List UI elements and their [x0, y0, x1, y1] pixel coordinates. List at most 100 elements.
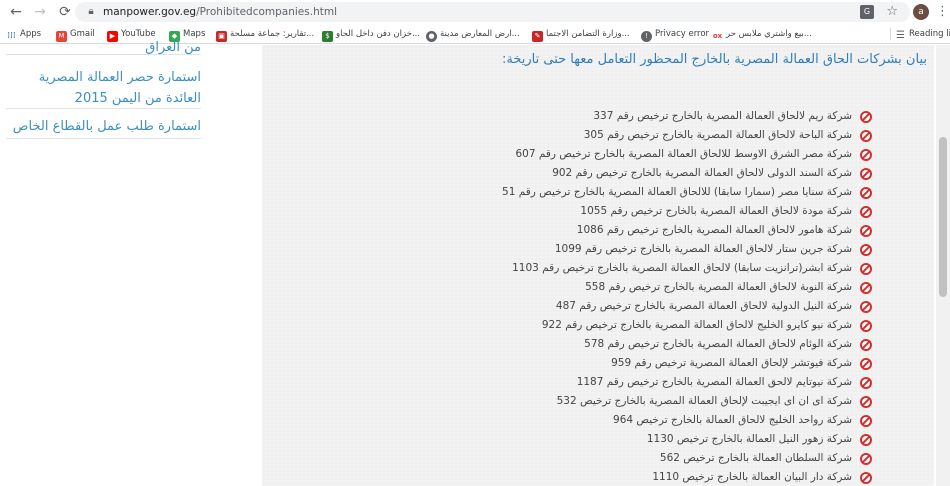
bookmark-label: تقارير: جماعة مسلحة... [230, 29, 315, 39]
prohibited-icon [860, 262, 872, 275]
prohibited-icon [860, 357, 872, 370]
bookmark-ministry[interactable]: ✎ وزارة التضامن الاجتما... [532, 26, 630, 42]
url-path: /Prohibitedcompanies.html [196, 6, 337, 18]
prohibited-icon [860, 148, 872, 161]
company-name: شركة ابشر(ترانزيت سابقا) لالحاق العمالة … [512, 262, 852, 274]
list-item: شركة فيوتشر لإلحاق العمالة المصرية ترخيص… [502, 354, 872, 373]
news-icon: ▣ [216, 31, 227, 42]
bookmark-privacy-error[interactable]: ! Privacy error [641, 26, 709, 42]
list-item: شركة ريم لالحاق العمالة المصرية بالخارج … [502, 107, 872, 126]
company-name: شركة مصر الشرق الاوسط للالحاق العمالة ال… [515, 148, 853, 160]
olx-icon: ox [712, 32, 723, 40]
prohibited-companies-list: شركة ريم لالحاق العمالة المصرية بالخارج … [502, 107, 872, 486]
list-item: شركة مودة لالحاق العمالة المصرية بالخارج… [502, 202, 872, 221]
reading-list-button[interactable]: ☰ Reading list [895, 26, 950, 42]
company-name: شركة زهور النيل العمالة بالخارج ترخيص 11… [646, 433, 852, 445]
prohibited-icon [860, 167, 872, 180]
list-item: شركة جرين ستار لالحاق العمالة المصرية با… [502, 240, 872, 259]
bookmark-news[interactable]: ▣ تقارير: جماعة مسلحة... [216, 26, 314, 42]
list-item: شركة السند الدولى لالحاق العمالة المصرية… [502, 164, 872, 183]
company-name: شركة النوبة لالحاق العمالة المصرية بالخا… [585, 281, 852, 293]
bookmark-site[interactable]: $ خزان دفن داخل الحاو... [322, 26, 420, 42]
main-content: بيان بشركات الحاق العمالة المصرية بالخار… [262, 45, 934, 486]
ministry-icon: ✎ [532, 31, 543, 42]
url-host: manpower.gov.eg [103, 6, 197, 18]
browser-toolbar: ← → ⟳ 🔒︎ manpower.gov.eg/Prohibitedcompa… [0, 0, 950, 24]
prohibited-icon [860, 110, 872, 123]
company-name: شركة جرين ستار لالحاق العمالة المصرية با… [554, 243, 852, 255]
company-name: شركة اى ان اى ايجيبت لإلحاق العمالة المص… [556, 395, 852, 407]
prohibited-icon [860, 281, 872, 294]
prohibited-icon [860, 414, 872, 427]
page-scrollbar[interactable] [936, 45, 950, 486]
sidebar: من العراق استمارة حصر العمالة المصرية ال… [0, 40, 260, 486]
url-text[interactable]: manpower.gov.eg/Prohibitedcompanies.html [103, 5, 337, 19]
bookmark-olx[interactable]: ox بيع واشتري ملابس حر... [712, 26, 812, 42]
list-item: شركة رواحد الخليج لالحاق العمالة بالخارج… [502, 411, 872, 430]
list-item: شركة اى ان اى ايجيبت لإلحاق العمالة المص… [502, 392, 872, 411]
error-icon: ! [641, 31, 652, 42]
site-icon: $ [322, 31, 333, 42]
company-name: شركة الوئام لالحاق العمالة المصرية بالخا… [584, 338, 852, 350]
bookmark-star-icon[interactable]: ☆ [886, 4, 898, 20]
list-item: شركة السلطان العمالة بالخارج ترخيص 562 [502, 449, 872, 468]
sidebar-link-iraq[interactable]: من العراق [6, 39, 201, 55]
company-name: شركة السلطان العمالة بالخارج ترخيص 562 [659, 452, 852, 464]
profile-avatar[interactable]: a [913, 4, 929, 20]
list-item: شركة دار البيان العمالة بالخارج ترخيص 11… [502, 468, 872, 486]
prohibited-icon [860, 300, 872, 313]
company-name: شركة رواحد الخليج لالحاق العمالة بالخارج… [613, 414, 852, 426]
reading-list-icon: ☰ [896, 30, 905, 41]
bookmark-label: ارض المعارض مدينة... [440, 29, 520, 39]
prohibited-icon [860, 376, 872, 389]
list-item: شركة ابشر(ترانزيت سابقا) لالحاق العمالة … [502, 259, 872, 278]
bookmark-label: Maps [183, 29, 206, 39]
list-item: شركة النوبة لالحاق العمالة المصرية بالخا… [502, 278, 872, 297]
prohibited-icon [860, 224, 872, 237]
scrollbar-thumb[interactable] [939, 137, 947, 297]
prohibited-icon [860, 338, 872, 351]
reload-icon[interactable]: ⟳ [55, 2, 75, 22]
prohibited-icon [860, 186, 872, 199]
list-item: شركة الباحة لالحاق العمالة المصرية بالخا… [502, 126, 872, 145]
bookmark-expo[interactable]: ● ارض المعارض مدينة... [426, 26, 520, 42]
list-item: شركة مصر الشرق الاوسط للالحاق العمالة ال… [502, 145, 872, 164]
forward-arrow-icon[interactable]: → [30, 2, 50, 22]
company-name: شركة مودة لالحاق العمالة المصرية بالخارج… [580, 205, 852, 217]
back-arrow-icon[interactable]: ← [6, 2, 26, 22]
company-name: شركة دار البيان العمالة بالخارج ترخيص 11… [652, 471, 852, 483]
bookmark-label: YouTube [121, 29, 156, 39]
sidebar-link-private-sector-job-form[interactable]: استمارة طلب عمل بالقطاع الخاص [6, 117, 201, 139]
prohibited-icon [860, 205, 872, 218]
company-name: شركة نيو كايرو الخليج لالحاق العمالة الم… [541, 319, 852, 331]
company-name: شركة هامور لالحاق العمالة المصرية بالخار… [576, 224, 852, 236]
company-name: شركة الباحة لالحاق العمالة المصرية بالخا… [583, 129, 852, 141]
list-item: شركة نيو كايرو الخليج لالحاق العمالة الم… [502, 316, 872, 335]
prohibited-icon [860, 243, 872, 256]
list-item: شركة النيل الدولية لالحاق العمالة المصري… [502, 297, 872, 316]
company-name: شركة فيوتشر لإلحاق العمالة المصرية ترخيص… [611, 357, 852, 369]
prohibited-icon [860, 452, 872, 465]
address-bar[interactable]: 🔒︎ manpower.gov.eg/Prohibitedcompanies.h… [75, 2, 910, 22]
bookmark-label: بيع واشتري ملابس حر... [726, 29, 812, 39]
list-item: شركة الوئام لالحاق العمالة المصرية بالخا… [502, 335, 872, 354]
list-item: شركة هامور لالحاق العمالة المصرية بالخار… [502, 221, 872, 240]
translate-icon[interactable]: G [860, 5, 874, 19]
bookmarks-divider [890, 28, 891, 40]
bookmark-label: وزارة التضامن الاجتما... [546, 29, 630, 39]
company-name: شركة النيل الدولية لالحاق العمالة المصري… [555, 300, 852, 312]
sidebar-link-yemen-returnees-form[interactable]: استمارة حصر العمالة المصرية العائدة من ا… [6, 67, 201, 109]
prohibited-icon [860, 433, 872, 446]
list-item: شركة نيوتايم لالحق العمالة المصرية بالخا… [502, 373, 872, 392]
kebab-menu-icon[interactable]: ⋮ [936, 3, 949, 21]
company-name: شركة ريم لالحاق العمالة المصرية بالخارج … [593, 110, 852, 122]
bookmark-label: Privacy error [655, 29, 710, 39]
bookmark-label: خزان دفن داخل الحاو... [336, 29, 421, 39]
prohibited-icon [860, 319, 872, 332]
list-item: شركة سنايا مصر (سمارا سابقا) للالحاق الع… [502, 183, 872, 202]
prohibited-icon [860, 129, 872, 142]
page-title: بيان بشركات الحاق العمالة المصرية بالخار… [502, 52, 927, 67]
lock-icon[interactable]: 🔒︎ [85, 5, 97, 19]
company-name: شركة نيوتايم لالحق العمالة المصرية بالخا… [576, 376, 852, 388]
prohibited-icon [860, 395, 872, 408]
